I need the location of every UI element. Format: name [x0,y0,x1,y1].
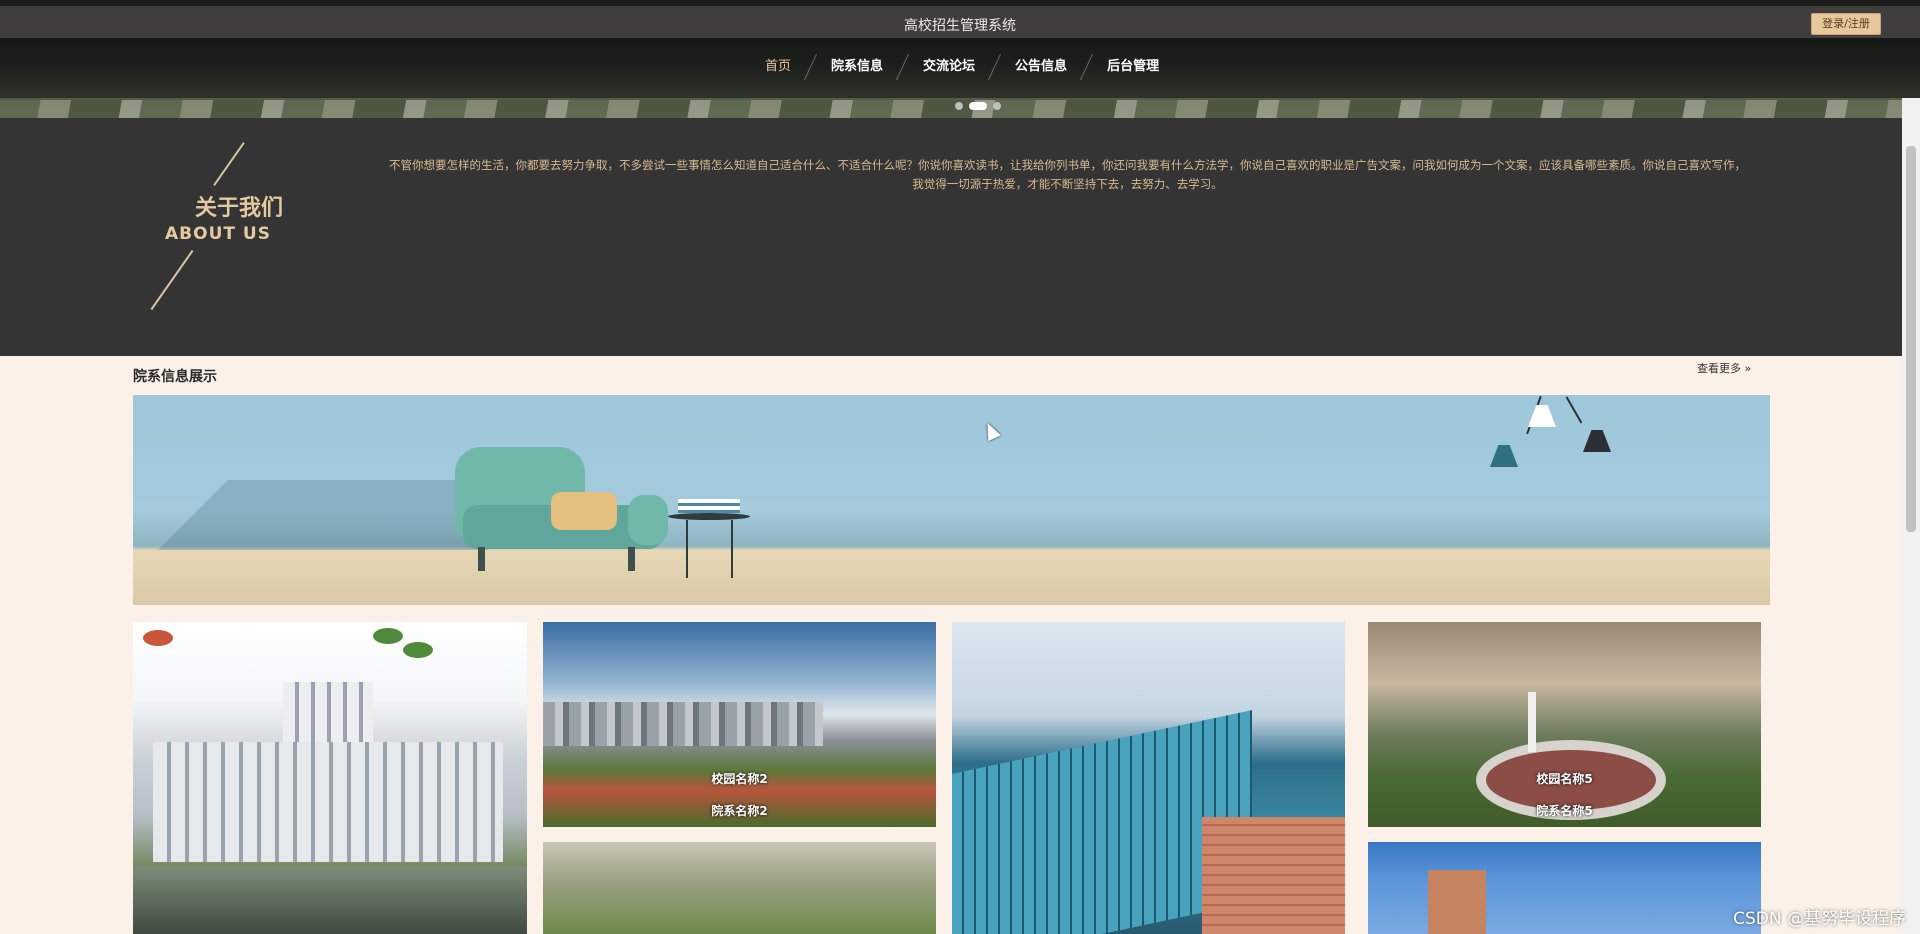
top-bar: 高校招生管理系统 登录/注册 [0,0,1920,38]
view-more-link[interactable]: 查看更多 » [1697,360,1751,376]
carousel-dot-active[interactable] [969,102,987,110]
statue [1528,692,1536,752]
section-title: 院系信息展示 [133,369,217,385]
side-table-illustration [668,513,750,520]
department-card[interactable]: 校园名称5 院系名称5 [1368,622,1761,827]
carousel-indicators [955,102,1001,110]
card-school-name: 校园名称2 [711,772,768,786]
pillow-illustration [551,492,617,530]
leaf-decor [143,630,173,646]
about-subtitle: ABOUT US [165,224,271,244]
building-silhouette [1428,870,1486,934]
decor-slash [213,142,245,186]
department-banner [133,395,1770,605]
nav-item-home[interactable]: 首页 [745,52,811,82]
about-section: 关于我们 ABOUT US 不管你想要怎样的生活，你都要去努力争取，不多尝试一些… [0,118,1920,356]
scroll-thumb[interactable] [1906,146,1916,532]
card-department-name: 院系名称2 [711,804,768,818]
nav-item-announcements[interactable]: 公告信息 [995,52,1087,82]
table-leg [686,520,688,578]
lamp-icon [1583,430,1611,452]
card-school-name: 校园名称5 [1536,772,1593,786]
table-leg [731,520,733,578]
nav-item-departments[interactable]: 院系信息 [811,52,903,82]
lamp-wire [1565,396,1583,424]
card-department-name: 院系名称5 [1536,804,1593,818]
hero-carousel: 首页 院系信息 交流论坛 公告信息 后台管理 [0,38,1920,118]
books-illustration [678,499,740,513]
decor-slash [150,249,194,311]
nav-item-forum[interactable]: 交流论坛 [903,52,995,82]
reflecting-pool [133,867,527,934]
building-facade [153,742,503,862]
main-nav: 首页 院系信息 交流论坛 公告信息 后台管理 [745,52,1179,82]
site-title: 高校招生管理系统 [904,18,1016,34]
department-card[interactable]: 校园名称2 院系名称2 [543,622,936,827]
lamp-icon [1490,445,1518,467]
city-skyline [543,702,823,746]
nav-item-admin[interactable]: 后台管理 [1087,52,1179,82]
login-register-button[interactable]: 登录/注册 [1811,13,1881,35]
armchair-leg [478,547,485,571]
watermark: CSDN @基努毕设程序 [1733,909,1906,929]
carousel-dot[interactable] [955,102,963,110]
leaf-decor [373,628,403,644]
armchair-leg [628,547,635,571]
armchair-arm [628,495,668,545]
about-text: 不管你想要怎样的生活，你都要去努力争取，不多尝试一些事情怎么知道自己适合什么、不… [389,158,1746,191]
nav-bar: 首页 院系信息 交流论坛 公告信息 后台管理 [0,38,1920,98]
department-card[interactable] [1368,842,1761,934]
carousel-dot[interactable] [993,102,1001,110]
brick-building [1202,817,1345,934]
department-card[interactable] [952,622,1345,934]
department-card[interactable] [133,622,527,934]
leaf-decor [403,642,433,658]
about-title: 关于我们 [195,196,284,221]
department-card[interactable] [543,842,936,934]
page-scrollbar[interactable] [1902,98,1920,934]
